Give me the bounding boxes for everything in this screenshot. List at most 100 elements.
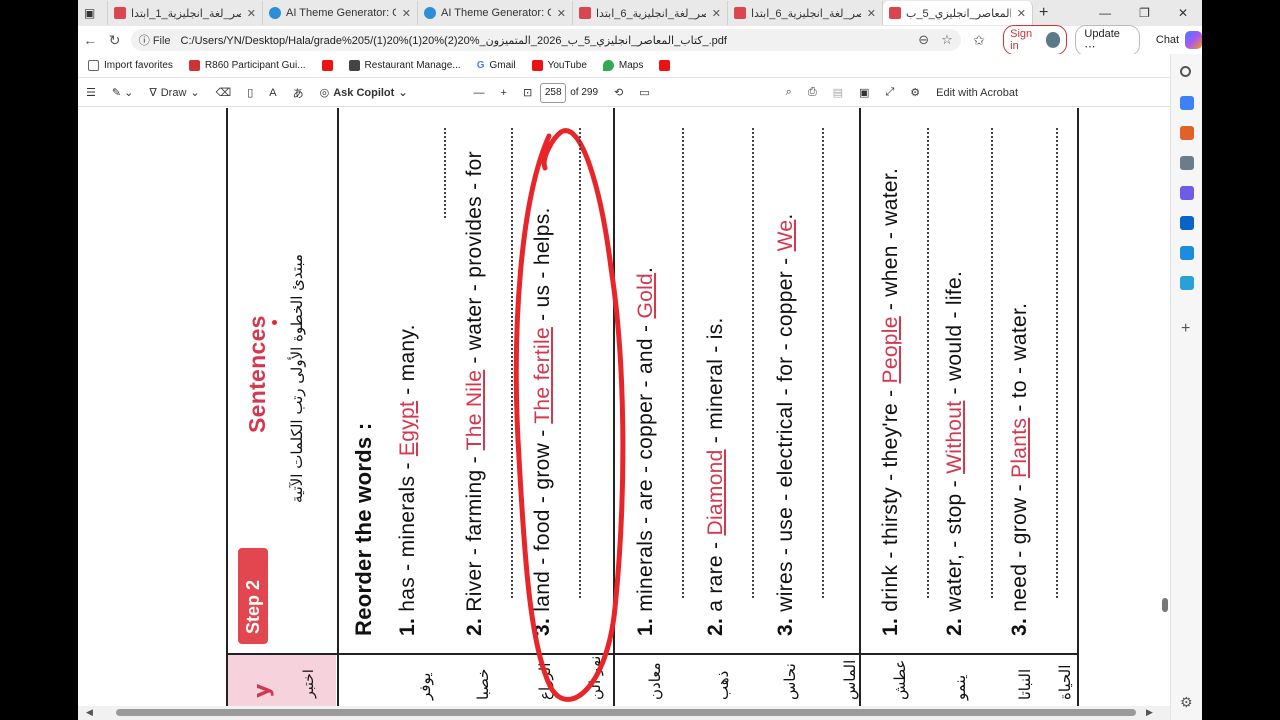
view-icon[interactable]: ▯: [239, 86, 261, 99]
zoom-in-icon[interactable]: +: [493, 87, 515, 99]
back-icon[interactable]: ←: [78, 32, 102, 48]
tab-6-active[interactable]: كتاب_المعاصر_انجليزي_5_ب...✕: [883, 1, 1033, 25]
contents-icon[interactable]: ☰: [78, 86, 104, 99]
close-icon[interactable]: ✕: [247, 7, 256, 20]
vertical-scroll-thumb[interactable]: [1162, 598, 1168, 612]
sentence-3-1: 1. drink - thirsty - they're - People - …: [879, 168, 903, 636]
search-icon[interactable]: ⌕: [778, 86, 800, 99]
edge-sidebar: + ⚙: [1170, 54, 1202, 720]
fit-page-icon[interactable]: ⊡: [515, 86, 540, 99]
sentence-text: - mineral - is.: [704, 317, 727, 450]
close-icon[interactable]: ✕: [712, 7, 721, 20]
sign-in-button[interactable]: Sign in: [1003, 25, 1068, 55]
highlight-icon[interactable]: ✎ ⌄: [104, 86, 142, 99]
favorite-gmail[interactable]: G Gmail: [477, 60, 516, 71]
tab-4[interactable]: المعاصر_لغة_انجليزية_6_ابتدا✕: [573, 1, 728, 25]
favorite-maps[interactable]: Maps: [602, 60, 643, 71]
copilot-icon[interactable]: [1185, 31, 1202, 49]
address-bar-row: ← ↻ ⓘ File C:/Users/YN/Desktop/Hala/grad…: [78, 24, 1202, 56]
page-total: of 299: [570, 87, 599, 98]
answer-line: [991, 128, 993, 598]
chat-button[interactable]: Chat: [1156, 34, 1179, 46]
page-view-icon[interactable]: ▭: [631, 86, 657, 99]
address-field[interactable]: ⓘ File C:/Users/YN/Desktop/Hala/grade%20…: [130, 29, 961, 51]
sentence-2-3: 3. wires - use - electrical - for - copp…: [774, 214, 798, 636]
answer-line: [822, 128, 824, 598]
update-button[interactable]: Update ⋯: [1075, 24, 1140, 56]
rotate-icon[interactable]: ⟲: [606, 86, 631, 99]
scroll-left-icon[interactable]: ◀: [86, 707, 93, 718]
tab-3[interactable]: AI Theme Generator: Create✕: [418, 1, 573, 25]
answer-line: [511, 128, 513, 598]
telegram-icon[interactable]: [1180, 276, 1194, 290]
zoom-out-icon[interactable]: —: [466, 87, 493, 99]
favorite-r860[interactable]: R860 Participant Gui...: [188, 60, 306, 71]
address-actions: ⊖ ☆: [918, 32, 953, 48]
close-icon[interactable]: ✕: [1017, 7, 1026, 20]
youtube-icon: [531, 60, 543, 71]
answer-line: [444, 128, 446, 218]
pdf-page: Step 2 Sentences مبتدئ الخطوة الأولى رتب…: [226, 108, 1080, 706]
answer-line: [1056, 128, 1058, 598]
section-color-bar: [226, 653, 336, 706]
edit-with-acrobat-button[interactable]: Edit with Acrobat: [928, 87, 1026, 99]
toolbox-icon[interactable]: [1180, 126, 1194, 140]
read-aloud-icon[interactable]: A: [261, 87, 284, 99]
games-icon[interactable]: [1180, 156, 1194, 170]
youtube-icon: [321, 60, 333, 71]
pdf-viewport[interactable]: Step 2 Sentences مبتدئ الخطوة الأولى رتب…: [78, 108, 1170, 706]
outlook-icon[interactable]: [1180, 216, 1194, 230]
save-as-icon[interactable]: ▣: [851, 86, 877, 99]
sentence-1-2: 2. River - farming - The Nile - water - …: [463, 151, 487, 636]
tab-5[interactable]: المعاصر_لغة_انجليزية_6_ابتدا✕: [728, 1, 883, 25]
sentence-highlight: Without: [943, 400, 966, 474]
favorites-icon[interactable]: ✩: [967, 32, 991, 49]
glossary-word: ينمو: [951, 674, 969, 700]
google-icon: G: [476, 60, 485, 71]
favorite-youtube-2[interactable]: [659, 60, 671, 71]
drop-icon[interactable]: [1180, 246, 1194, 260]
draw-button[interactable]: ∇ Draw ⌄: [141, 86, 207, 100]
favorite-youtube-1[interactable]: [321, 60, 333, 71]
new-tab-button[interactable]: +: [1033, 1, 1061, 25]
sentence-text: wires - use - electrical - for - copper …: [774, 251, 797, 612]
tag-icon[interactable]: [1180, 96, 1194, 110]
sentence-highlight: Diamond: [704, 449, 727, 536]
close-icon[interactable]: ✕: [402, 7, 411, 20]
import-icon: [88, 60, 99, 71]
eraser-icon[interactable]: ⌫: [208, 86, 240, 99]
horizontal-scrollbar[interactable]: ◀ ▶: [78, 706, 1170, 720]
close-icon[interactable]: ✕: [557, 7, 566, 20]
settings-gear-icon[interactable]: ⚙: [902, 86, 928, 99]
favorite-restaurant[interactable]: Restaurant Manage...: [348, 60, 461, 71]
sentence-highlight: We: [774, 219, 797, 252]
minimize-icon[interactable]: —: [1099, 6, 1111, 20]
tab-2[interactable]: AI Theme Generator: Create✕: [263, 1, 418, 25]
horizontal-scroll-thumb[interactable]: [116, 709, 1136, 716]
save-icon[interactable]: ▤: [825, 86, 851, 99]
fullscreen-icon[interactable]: ⤢: [877, 86, 902, 99]
print-icon[interactable]: ⎙: [800, 86, 825, 99]
add-icon[interactable]: +: [1181, 320, 1190, 338]
info-icon[interactable]: ⓘ File: [139, 32, 171, 48]
favorite-youtube[interactable]: YouTube: [531, 60, 587, 71]
favorite-import[interactable]: Import favorites: [88, 60, 173, 71]
zoom-icon[interactable]: ⊖: [918, 32, 929, 48]
sidebar-settings-icon[interactable]: ⚙: [1180, 694, 1193, 711]
close-window-icon[interactable]: ✕: [1178, 6, 1188, 20]
scroll-right-icon[interactable]: ▶: [1146, 707, 1153, 718]
translate-icon[interactable]: あ: [285, 85, 312, 101]
ask-copilot-button[interactable]: ◎ Ask Copilot ⌄: [312, 86, 416, 100]
instruction-text: Reorder the words :: [351, 422, 376, 636]
restore-icon[interactable]: ❐: [1139, 6, 1150, 20]
favorite-star-icon[interactable]: ☆: [941, 32, 953, 48]
sentence-3-3: 3. need - grow - Plants - to - water.: [1008, 303, 1032, 636]
page-number-input[interactable]: 258: [540, 82, 567, 103]
close-icon[interactable]: ✕: [867, 7, 876, 20]
copilot-app-icon[interactable]: [1180, 186, 1194, 200]
tab-1[interactable]: المعاصر_لغة_انجليزية_1_ابتدا✕: [108, 1, 263, 25]
globe-icon: [269, 7, 281, 19]
tab-actions-button[interactable]: ▣: [78, 1, 108, 25]
search-icon[interactable]: [1180, 66, 1191, 77]
refresh-icon[interactable]: ↻: [102, 32, 126, 49]
